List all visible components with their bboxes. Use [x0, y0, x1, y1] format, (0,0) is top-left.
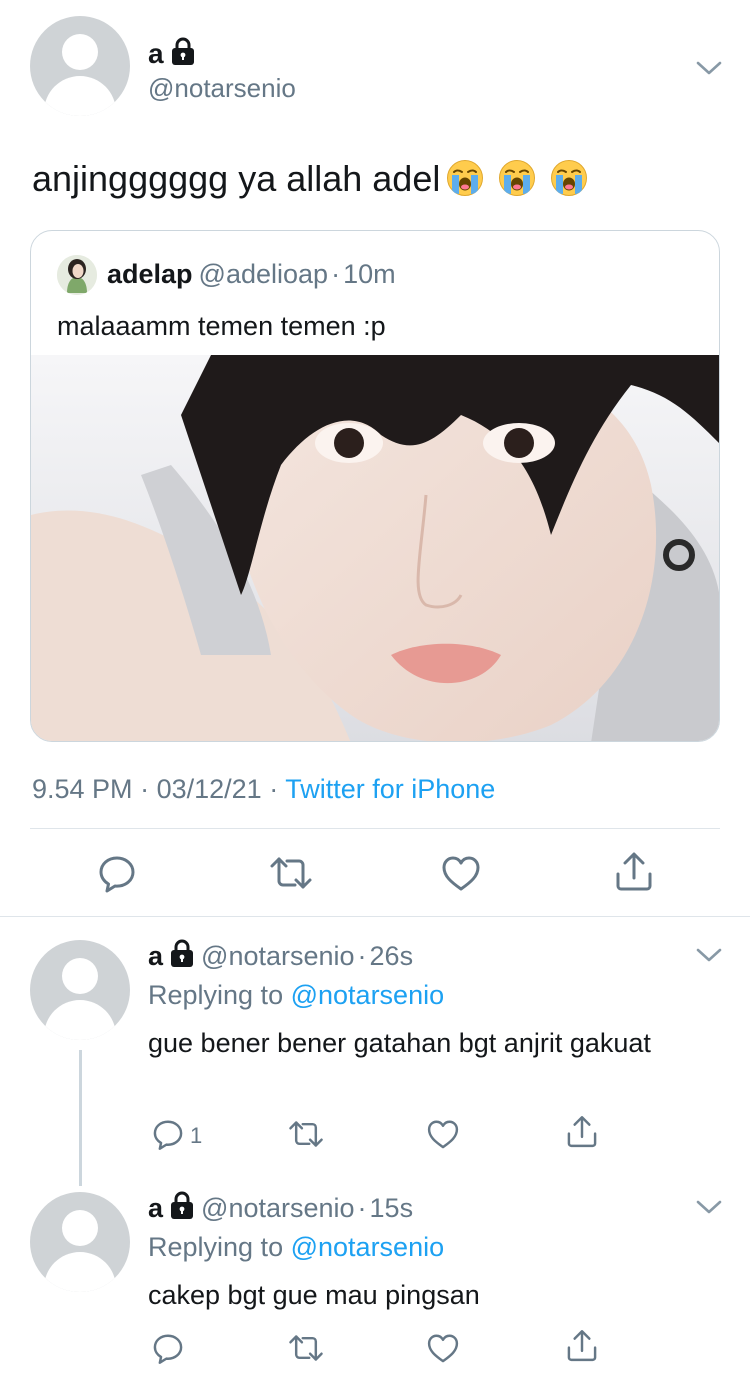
username[interactable]: @notarsenio — [148, 72, 296, 104]
display-name[interactable]: a — [148, 36, 196, 71]
avatar-head-shape — [62, 1210, 98, 1246]
reply-text: cakep bgt gue mau pingsan — [148, 1280, 480, 1310]
retweet-button[interactable] — [269, 851, 313, 895]
replying-to: Replying to @notarsenio — [148, 1230, 444, 1264]
retweet-icon — [288, 1330, 324, 1366]
username[interactable]: @notarsenio — [201, 1193, 355, 1223]
reply-header: a @notarsenio · 26s — [148, 938, 413, 973]
avatar[interactable] — [30, 940, 130, 1040]
replying-to-label: Replying to — [148, 980, 284, 1010]
retweet-button[interactable] — [288, 1116, 324, 1152]
divider — [30, 828, 720, 829]
share-icon — [564, 1328, 600, 1364]
like-button[interactable] — [425, 1330, 461, 1366]
reply-icon — [150, 1330, 186, 1366]
avatar-head-shape — [62, 958, 98, 994]
quote-timestamp: 10m — [343, 259, 396, 289]
username[interactable]: @notarsenio — [201, 941, 355, 971]
thread-connector-line — [79, 1050, 82, 1186]
retweet-icon — [269, 851, 313, 895]
lock-icon — [169, 1190, 195, 1220]
avatar-body-shape — [44, 1000, 116, 1040]
reply-icon — [150, 1116, 186, 1152]
reply-count: 1 — [190, 1123, 203, 1148]
retweet-button[interactable] — [288, 1330, 324, 1366]
like-icon — [425, 1116, 461, 1152]
tweet-date: 03/12/21 — [156, 774, 262, 804]
reply-timestamp: 26s — [369, 941, 414, 971]
avatar[interactable] — [30, 16, 130, 116]
share-icon — [564, 1114, 600, 1150]
avatar-head-shape — [62, 34, 98, 70]
reply-button[interactable] — [150, 1330, 186, 1366]
loudly-crying-face-icon — [498, 159, 536, 197]
reply-timestamp: 15s — [369, 1193, 414, 1223]
tweet-text-content: anjingggggg ya allah adel — [32, 158, 441, 199]
tweet-text: anjingggggg ya allah adel — [32, 156, 588, 202]
like-icon — [425, 1330, 461, 1366]
reply-icon — [95, 851, 139, 895]
separator-dot: · — [331, 259, 341, 289]
avatar-body-shape — [44, 1252, 116, 1292]
tweet-time: 9.54 PM — [32, 774, 133, 804]
reply-header: a @notarsenio · 15s — [148, 1190, 413, 1225]
replying-to-handle-link[interactable]: @notarsenio — [291, 1232, 445, 1262]
reply-button[interactable] — [150, 1116, 186, 1152]
like-button[interactable] — [439, 851, 483, 895]
display-name-text: a — [148, 38, 164, 69]
tweet-source-link[interactable]: Twitter for iPhone — [285, 774, 495, 804]
share-button[interactable] — [564, 1114, 600, 1150]
loudly-crying-face-icon — [446, 159, 484, 197]
loudly-crying-face-icon — [550, 159, 588, 197]
share-button[interactable] — [564, 1328, 600, 1364]
share-icon — [612, 850, 656, 894]
display-name[interactable]: a — [148, 941, 163, 971]
like-button[interactable] — [425, 1116, 461, 1152]
quote-text: malaaamm temen temen :p — [57, 311, 386, 341]
like-icon — [439, 851, 483, 895]
retweet-icon — [288, 1116, 324, 1152]
separator-dot: · — [357, 941, 367, 971]
quote-username: @adelioap — [198, 259, 329, 289]
avatar[interactable] — [30, 1192, 130, 1292]
reply-text: gue bener bener gatahan bgt anjrit gakua… — [148, 1028, 651, 1058]
tweet-metadata: 9.54 PM · 03/12/21 · Twitter for iPhone — [32, 772, 495, 806]
chevron-down-icon[interactable] — [696, 60, 722, 76]
replying-to: Replying to @notarsenio — [148, 978, 444, 1012]
share-button[interactable] — [612, 850, 656, 894]
chevron-down-icon[interactable] — [696, 1199, 722, 1215]
quote-tweet-card[interactable]: adelap @adelioap · 10m malaaamm temen temen… — [30, 230, 720, 742]
display-name[interactable]: a — [148, 1193, 163, 1223]
reply-button[interactable] — [95, 851, 139, 895]
quote-photo[interactable] — [31, 355, 720, 742]
separator-dot: · — [140, 774, 150, 804]
quote-header: adelap @adelioap · 10m — [107, 257, 396, 291]
separator-dot: · — [269, 774, 279, 804]
replying-to-handle-link[interactable]: @notarsenio — [291, 980, 445, 1010]
lock-icon — [170, 36, 196, 66]
chevron-down-icon[interactable] — [696, 947, 722, 963]
quote-avatar — [57, 255, 97, 295]
divider — [0, 916, 750, 917]
avatar-body-shape — [44, 76, 116, 116]
quote-display-name: adelap — [107, 259, 193, 289]
separator-dot: · — [357, 1193, 367, 1223]
replying-to-label: Replying to — [148, 1232, 284, 1262]
lock-icon — [169, 938, 195, 968]
